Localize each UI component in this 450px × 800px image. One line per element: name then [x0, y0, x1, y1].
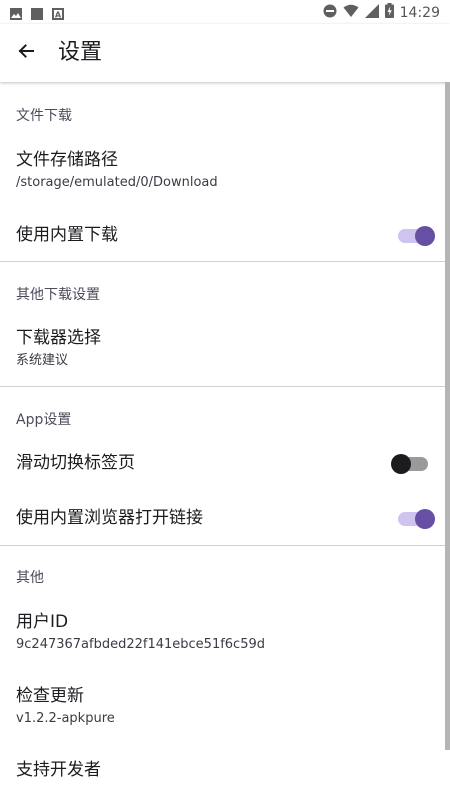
divider [0, 545, 450, 546]
switch-thumb [415, 226, 435, 246]
square-icon [31, 5, 43, 24]
setting-title: 下载器选择 [16, 328, 101, 348]
back-button[interactable] [6, 33, 46, 73]
setting-title: 检查更新 [16, 686, 84, 706]
setting-title: 滑动切换标签页 [16, 453, 135, 473]
section-header-other: 其他 [16, 570, 44, 586]
section-header-other-download: 其他下载设置 [16, 287, 100, 303]
scrollbar[interactable] [445, 82, 450, 750]
setting-subtitle: 9c247367afbded22f141ebce51f6c59d [16, 637, 265, 652]
setting-support-developer[interactable]: 支持开发者 [0, 752, 450, 800]
setting-builtin-download[interactable]: 使用内置下载 [0, 210, 450, 260]
a-box-icon: A [52, 5, 64, 24]
divider [0, 386, 450, 387]
builtin-browser-switch[interactable] [398, 509, 435, 529]
arrow-left-icon [16, 41, 36, 65]
image-icon [10, 5, 22, 24]
divider [0, 261, 450, 262]
status-bar-right: 14:29 [323, 3, 440, 22]
switch-thumb [391, 454, 411, 474]
setting-subtitle: /storage/emulated/0/Download [16, 175, 218, 190]
setting-title: 使用内置浏览器打开链接 [16, 508, 203, 528]
setting-title: 支持开发者 [16, 760, 101, 780]
wifi-icon [343, 3, 359, 22]
switch-thumb [415, 509, 435, 529]
builtin-download-switch[interactable] [398, 226, 435, 246]
settings-list: 文件下载 文件存储路径 /storage/emulated/0/Download… [0, 82, 450, 800]
app-bar: 设置 [0, 24, 450, 82]
page-title: 设置 [58, 40, 103, 65]
signal-icon [364, 3, 379, 22]
setting-user-id[interactable]: 用户ID 9c247367afbded22f141ebce51f6c59d [0, 602, 450, 664]
setting-storage-path[interactable]: 文件存储路径 /storage/emulated/0/Download [0, 138, 450, 200]
setting-builtin-browser[interactable]: 使用内置浏览器打开链接 [0, 494, 450, 544]
swipe-tabs-switch[interactable] [391, 454, 428, 474]
status-bar: A 14:29 [0, 0, 450, 24]
svg-text:A: A [55, 11, 62, 20]
setting-title: 使用内置下载 [16, 225, 118, 245]
status-bar-left: A [10, 5, 64, 24]
setting-title: 用户ID [16, 612, 69, 632]
settings-screen: A 14:29 设置 文件下载 文件存储路径 /storage/emulated… [0, 0, 450, 800]
setting-title: 文件存储路径 [16, 150, 118, 170]
setting-check-update[interactable]: 检查更新 v1.2.2-apkpure [0, 674, 450, 736]
status-time: 14:29 [399, 4, 440, 21]
setting-subtitle: 系统建议 [16, 353, 69, 368]
battery-icon [384, 3, 394, 22]
setting-subtitle: v1.2.2-apkpure [16, 711, 115, 726]
dnd-icon [323, 3, 337, 22]
section-header-file-download: 文件下载 [16, 108, 72, 124]
setting-swipe-tabs[interactable]: 滑动切换标签页 [0, 440, 450, 490]
section-header-app-settings: App设置 [16, 412, 72, 428]
setting-downloader-select[interactable]: 下载器选择 系统建议 [0, 318, 450, 380]
